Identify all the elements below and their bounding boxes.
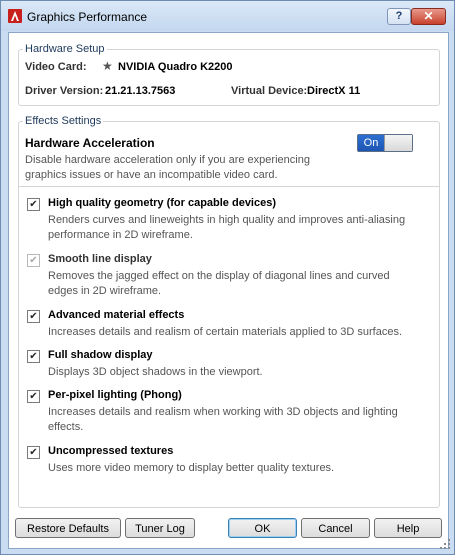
checkmark-icon: ✔ [29, 311, 38, 322]
restore-defaults-button[interactable]: Restore Defaults [15, 518, 121, 538]
high-quality-geometry-desc-line2: performance in 2D wireframe. [48, 229, 193, 241]
hardware-acceleration-desc-line1: Disable hardware acceleration only if yo… [25, 154, 310, 166]
per-pixel-lighting-desc-line2: effects. [48, 421, 84, 433]
resize-grip-icon[interactable] [439, 538, 451, 550]
uncompressed-textures-title[interactable]: Uncompressed textures [48, 445, 173, 457]
hardware-acceleration-toggle[interactable]: On [357, 134, 413, 152]
full-shadow-display-title[interactable]: Full shadow display [48, 349, 153, 361]
video-card-label: Video Card: [25, 61, 87, 73]
full-shadow-display-desc: Displays 3D object shadows in the viewpo… [48, 366, 263, 378]
title-bar[interactable]: Graphics Performance ? ✕ [1, 1, 454, 31]
help-button[interactable]: Help [374, 518, 442, 538]
hardware-acceleration-title: Hardware Acceleration [25, 136, 155, 150]
checkmark-icon: ✔ [29, 255, 38, 266]
cancel-button[interactable]: Cancel [301, 518, 370, 538]
high-quality-geometry-title[interactable]: High quality geometry (for capable devic… [48, 197, 276, 209]
toggle-on-label: On [358, 135, 384, 151]
per-pixel-lighting-desc-line1: Increases details and realism when worki… [48, 406, 398, 418]
effects-settings-legend: Effects Settings [25, 115, 102, 127]
toggle-knob [384, 135, 412, 151]
smooth-line-display-desc-line1: Removes the jagged effect on the display… [48, 270, 390, 282]
video-card-value: NVIDIA Quadro K2200 [118, 61, 233, 73]
per-pixel-lighting-title[interactable]: Per-pixel lighting (Phong) [48, 389, 182, 401]
hardware-acceleration-desc-line2: graphics issues or have an incompatible … [25, 169, 278, 181]
virtual-device-value: DirectX 11 [307, 85, 361, 97]
checkmark-icon: ✔ [29, 351, 38, 362]
per-pixel-lighting-checkbox[interactable]: ✔ [27, 390, 40, 403]
ok-button[interactable]: OK [228, 518, 297, 538]
tuner-log-button[interactable]: Tuner Log [125, 518, 195, 538]
checkmark-icon: ✔ [29, 199, 38, 210]
smooth-line-display-checkbox: ✔ [27, 254, 40, 267]
advanced-material-effects-desc: Increases details and realism of certain… [48, 326, 403, 338]
uncompressed-textures-checkbox[interactable]: ✔ [27, 446, 40, 459]
autocad-logo-icon [8, 9, 22, 23]
graphics-performance-window: Graphics Performance ? ✕ Hardware Setup … [0, 0, 455, 555]
star-icon: ★ [102, 59, 113, 73]
full-shadow-display-checkbox[interactable]: ✔ [27, 350, 40, 363]
driver-version-label: Driver Version: [25, 85, 104, 97]
separator [19, 186, 439, 187]
virtual-device-label: Virtual Device: [231, 85, 308, 97]
driver-version-value: 21.21.13.7563 [105, 85, 176, 97]
checkmark-icon: ✔ [29, 391, 38, 402]
close-button[interactable]: ✕ [411, 8, 446, 25]
smooth-line-display-title: Smooth line display [48, 253, 152, 265]
high-quality-geometry-desc-line1: Renders curves and lineweights in high q… [48, 214, 406, 226]
smooth-line-display-desc-line2: edges in 2D wireframe. [48, 285, 162, 297]
dialog-content: Hardware Setup Video Card: ★ NVIDIA Quad… [8, 32, 449, 549]
title-help-button[interactable]: ? [387, 8, 411, 25]
uncompressed-textures-desc: Uses more video memory to display better… [48, 462, 335, 474]
advanced-material-effects-title[interactable]: Advanced material effects [48, 309, 184, 321]
window-title: Graphics Performance [27, 10, 148, 24]
high-quality-geometry-checkbox[interactable]: ✔ [27, 198, 40, 211]
checkmark-icon: ✔ [29, 447, 38, 458]
hardware-setup-legend: Hardware Setup [25, 43, 105, 55]
advanced-material-effects-checkbox[interactable]: ✔ [27, 310, 40, 323]
